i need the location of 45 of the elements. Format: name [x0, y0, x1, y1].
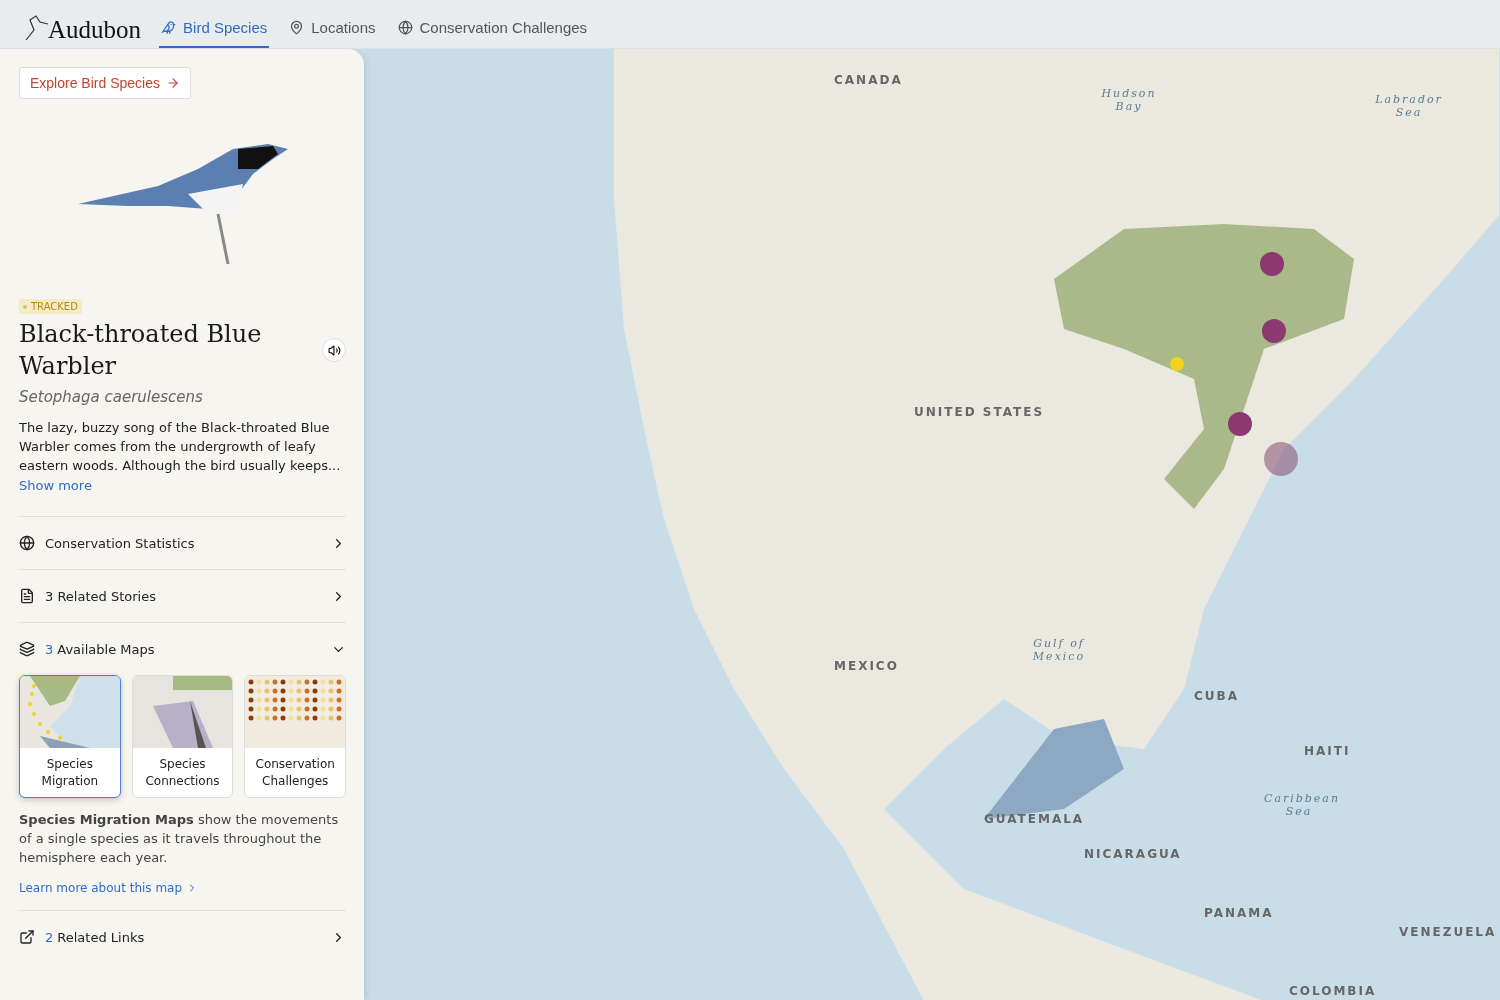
sound-button[interactable]	[322, 338, 346, 362]
country-label: PANAMA	[1204, 906, 1274, 920]
species-title: Black-throated Blue Warbler	[19, 319, 263, 382]
section-label: Conservation Statistics	[45, 535, 196, 551]
map-description: Species Migration Maps show the movements of a single species as it travels throughout the hemisphere each year.	[19, 811, 340, 867]
section-row[interactable]: Conservation Statistics	[19, 516, 346, 569]
country-label: HAITI	[1304, 744, 1351, 758]
country-label: COLOMBIA	[1289, 984, 1377, 998]
country-label: MEXICO	[834, 659, 899, 673]
map-pin-icon	[289, 19, 305, 35]
country-label: CUBA	[1194, 689, 1239, 703]
section-row[interactable]: 2 Related Links	[19, 910, 346, 963]
globe-icon	[19, 535, 35, 551]
section-label: 3 Related Stories	[45, 588, 157, 604]
nav-tab[interactable]: Conservation Challenges	[395, 0, 590, 48]
map-type-card[interactable]: Conservation Challenges	[244, 675, 346, 798]
map-type-card[interactable]: Species Migration	[19, 675, 121, 798]
scientific-name: Setophaga caerulescens	[19, 388, 204, 406]
map-canvas[interactable]: CANADA Hudson Bay Labrador Sea UNITED STATES MEXICO Gulf of Mexico CUBA HAITI Caribbean Sea GUATEMALA NICARAGUA PANAMA VENEZUELA COLOMBIA	[364, 49, 1500, 1000]
country-label: VENEZUELA	[1399, 925, 1497, 939]
show-more-link[interactable]: Show more	[19, 478, 92, 493]
country-label: NICARAGUA	[1084, 847, 1182, 861]
bird-icon	[161, 19, 177, 35]
external-link-icon	[19, 929, 35, 945]
country-label: UNITED STATES	[914, 405, 1045, 419]
water-label: Labrador Sea	[1374, 93, 1444, 119]
map-type-card[interactable]: Species Connections	[131, 675, 234, 798]
section-label: 3 Available Maps	[45, 641, 156, 657]
species-description: The lazy, buzzy song of the Black-throated Blue Warbler comes from the undergrowth of leafy eastern woods. Although the bird usually keeps...	[19, 419, 342, 475]
document-icon	[19, 588, 35, 604]
section-row[interactable]: 3 Related Stories	[19, 569, 346, 622]
layers-icon	[19, 641, 35, 657]
country-label: CANADA	[834, 73, 903, 87]
learn-more-link[interactable]: Learn more about this map	[19, 881, 183, 895]
tracked-badge: TRACKED	[19, 299, 82, 314]
speaker-icon	[327, 343, 341, 357]
brand-logo[interactable]: Audubon	[48, 16, 142, 44]
explore-button[interactable]: Explore Bird Species	[19, 67, 191, 99]
arrow-right-icon	[165, 76, 180, 90]
globe-icon	[397, 19, 413, 35]
water-label: Gulf of Mexico	[1031, 637, 1087, 663]
section-label: 2 Related Links	[45, 929, 146, 945]
country-label: GUATEMALA	[984, 812, 1085, 826]
water-label: Hudson Bay	[1100, 87, 1158, 113]
nav-tab[interactable]: Locations	[287, 0, 378, 48]
